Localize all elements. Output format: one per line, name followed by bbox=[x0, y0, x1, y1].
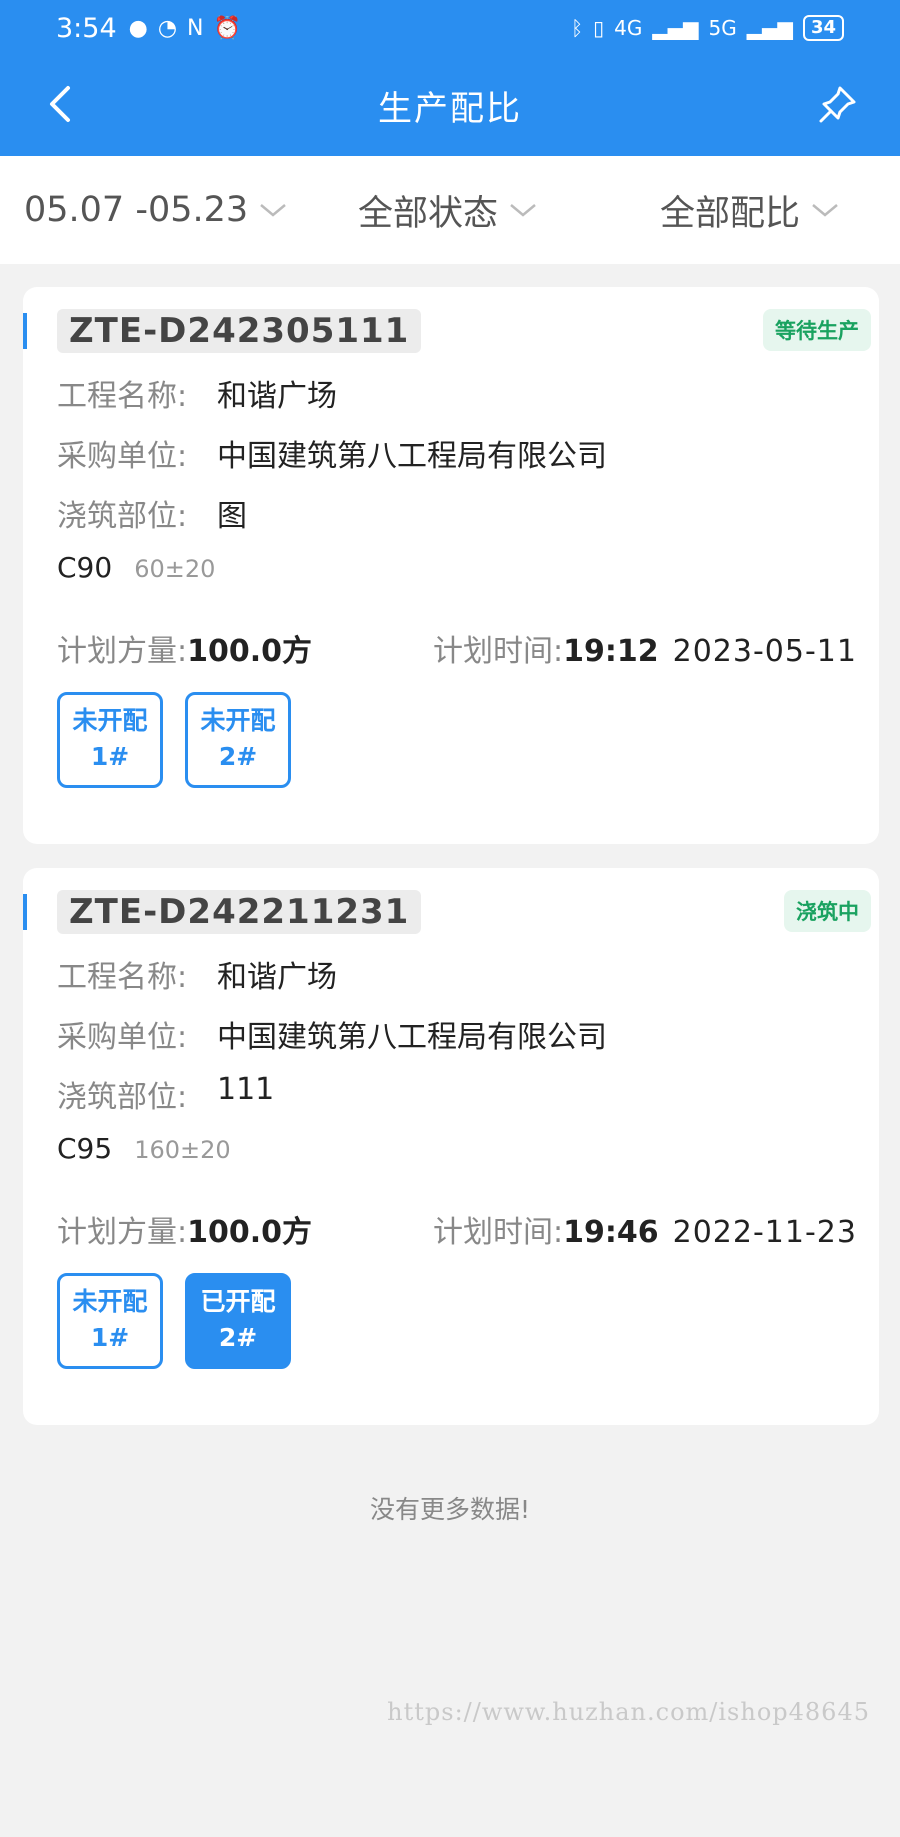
status-time: 3:54 bbox=[56, 12, 117, 44]
back-button[interactable] bbox=[40, 82, 84, 126]
project-row: 工程名称: 和谐广场 bbox=[57, 371, 337, 415]
vibrate-icon: ▯ bbox=[593, 16, 605, 40]
site-label: 浇筑部位: bbox=[57, 499, 188, 534]
order-card[interactable]: ZTE-D242211231 浇筑中 工程名称: 和谐广场 采购单位: 中国建筑… bbox=[23, 868, 879, 1425]
buyer-label: 采购单位: bbox=[57, 439, 188, 474]
status-badge: 等待生产 bbox=[763, 309, 871, 351]
chevron-down-icon bbox=[260, 204, 286, 217]
planned-volume: 计划方量: 100.0方 bbox=[57, 626, 312, 670]
time-label: 计划时间: bbox=[433, 1215, 564, 1250]
status-filter[interactable]: 全部状态 bbox=[358, 185, 538, 236]
status-badge: 浇筑中 bbox=[784, 890, 871, 932]
signal-icon-2: ▂▄▆ bbox=[746, 16, 793, 40]
buyer-row: 采购单位: 中国建筑第八工程局有限公司 bbox=[57, 1012, 607, 1056]
site-row: 浇筑部位: 图 bbox=[57, 491, 247, 535]
project-value: 和谐广场 bbox=[217, 379, 337, 414]
date-range-filter[interactable]: 05.07 -05.23 bbox=[24, 190, 288, 230]
buyer-row: 采购单位: 中国建筑第八工程局有限公司 bbox=[57, 431, 607, 475]
mix-state: 未开配 bbox=[200, 706, 276, 735]
watermark: https://www.huzhan.com/ishop48645 bbox=[387, 1698, 870, 1726]
chevron-down-icon bbox=[812, 204, 838, 217]
status-bar: 3:54 ● ◔ N ⏰ ᛒ ▯ 4G ▂▄▆ 5G ▂▄▆ 34 bbox=[0, 0, 900, 56]
notification-icons: ● ◔ N ⏰ bbox=[129, 16, 241, 41]
chevron-down-icon bbox=[510, 204, 536, 217]
chevron-left-icon bbox=[50, 86, 70, 122]
battery-icon: 34 bbox=[802, 15, 844, 41]
mix-line-button[interactable]: 未开配 2# bbox=[185, 692, 291, 788]
card-accent-bar bbox=[23, 313, 27, 349]
concrete-grade: C95 bbox=[57, 1132, 113, 1165]
speed-icon: ◔ bbox=[157, 15, 178, 41]
buyer-label: 采购单位: bbox=[57, 1020, 188, 1055]
mix-state: 已开配 bbox=[200, 1287, 276, 1316]
planned-time: 计划时间: 19:46 2022-11-23 bbox=[433, 1207, 857, 1251]
network-5g-label: 5G bbox=[708, 16, 737, 40]
pin-icon bbox=[819, 86, 856, 123]
project-value: 和谐广场 bbox=[217, 960, 337, 995]
time-value: 19:46 bbox=[563, 1215, 659, 1250]
mix-line: 1# bbox=[90, 1323, 130, 1352]
date-value: 2022-11-23 bbox=[672, 1215, 857, 1250]
grade-row: C90 60±20 bbox=[57, 551, 215, 584]
date-value: 2023-05-11 bbox=[672, 634, 857, 669]
mix-line-button[interactable]: 未开配 1# bbox=[57, 1273, 163, 1369]
slump-value: 160±20 bbox=[134, 1136, 231, 1164]
grade-row: C95 160±20 bbox=[57, 1132, 231, 1165]
mix-line: 2# bbox=[218, 742, 258, 771]
order-code: ZTE-D242305111 bbox=[57, 309, 422, 353]
volume-value: 100.0方 bbox=[187, 634, 313, 669]
mix-line-button-active[interactable]: 已开配 2# bbox=[185, 1273, 291, 1369]
page-title: 生产配比 bbox=[378, 88, 522, 129]
project-label: 工程名称: bbox=[57, 960, 188, 995]
mix-line-button[interactable]: 未开配 1# bbox=[57, 692, 163, 788]
site-label: 浇筑部位: bbox=[57, 1080, 188, 1115]
site-value: 111 bbox=[217, 1072, 275, 1107]
project-row: 工程名称: 和谐广场 bbox=[57, 952, 337, 996]
nav-bar: 生产配比 bbox=[0, 62, 900, 148]
volume-label: 计划方量: bbox=[57, 1215, 188, 1250]
nfc-icon: N bbox=[187, 15, 204, 41]
mix-state: 未开配 bbox=[72, 1287, 148, 1316]
buyer-value: 中国建筑第八工程局有限公司 bbox=[217, 439, 607, 474]
site-row: 浇筑部位: 111 bbox=[57, 1072, 274, 1116]
mix-state: 未开配 bbox=[72, 706, 148, 735]
wechat-icon: ● bbox=[128, 15, 148, 41]
time-label: 计划时间: bbox=[433, 634, 564, 669]
mix-filter-label: 全部配比 bbox=[660, 193, 801, 234]
mix-filter[interactable]: 全部配比 bbox=[660, 185, 840, 236]
volume-label: 计划方量: bbox=[57, 634, 188, 669]
order-code: ZTE-D242211231 bbox=[57, 890, 422, 934]
volume-value: 100.0方 bbox=[187, 1215, 313, 1250]
planned-time: 计划时间: 19:12 2023-05-11 bbox=[433, 626, 857, 670]
signal-icon: ▂▄▆ bbox=[652, 16, 699, 40]
order-card[interactable]: ZTE-D242305111 等待生产 工程名称: 和谐广场 采购单位: 中国建… bbox=[23, 287, 879, 844]
mix-line: 2# bbox=[218, 1323, 258, 1352]
status-filter-label: 全部状态 bbox=[358, 193, 499, 234]
mix-line: 1# bbox=[90, 742, 130, 771]
concrete-grade: C90 bbox=[57, 551, 113, 584]
filter-bar: 05.07 -05.23 全部状态 全部配比 bbox=[0, 156, 900, 264]
alarm-icon: ⏰ bbox=[213, 15, 241, 41]
date-range-label: 05.07 -05.23 bbox=[24, 190, 249, 230]
buyer-value: 中国建筑第八工程局有限公司 bbox=[217, 1020, 607, 1055]
card-accent-bar bbox=[23, 894, 27, 930]
site-value: 图 bbox=[217, 499, 247, 534]
time-value: 19:12 bbox=[563, 634, 659, 669]
bluetooth-icon: ᛒ bbox=[571, 16, 584, 40]
network-4g-label: 4G bbox=[614, 16, 643, 40]
app-bar: 3:54 ● ◔ N ⏰ ᛒ ▯ 4G ▂▄▆ 5G ▂▄▆ 34 生产配比 bbox=[0, 0, 900, 156]
project-label: 工程名称: bbox=[57, 379, 188, 414]
pin-button[interactable] bbox=[816, 82, 860, 126]
slump-value: 60±20 bbox=[134, 555, 216, 583]
planned-volume: 计划方量: 100.0方 bbox=[57, 1207, 312, 1251]
no-more-data: 没有更多数据! bbox=[369, 1495, 531, 1524]
